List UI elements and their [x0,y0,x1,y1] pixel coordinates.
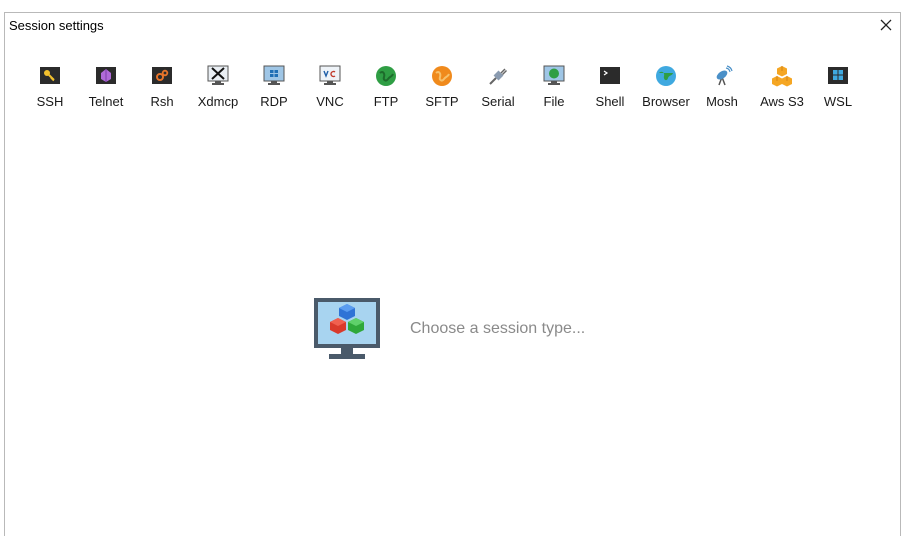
session-type-vnc-button[interactable]: VNC [302,63,358,113]
session-type-label: Rsh [150,94,174,109]
ssh-icon [40,67,60,84]
sftp-icon [432,66,452,86]
session-type-label: WSL [823,94,853,109]
wsl-icon [828,67,848,84]
file-icon [543,65,565,85]
session-type-browser-button[interactable]: Browser [638,63,694,113]
session-type-label: SFTP [425,94,459,109]
session-type-telnet-button[interactable]: Telnet [78,63,134,113]
session-settings-window: Session settings SSH Telnet Rsh Xdmcp RD… [4,12,901,536]
session-type-ftp-button[interactable]: FTP [358,63,414,113]
session-type-label: Mosh [706,94,738,109]
session-type-mosh-button[interactable]: Mosh [694,63,750,113]
aws-s3-icon [772,66,792,87]
session-type-label: Telnet [88,94,124,109]
empty-state: Choose a session type... [313,297,713,367]
vnc-icon [319,65,341,85]
telnet-icon [96,67,116,84]
session-type-label: Shell [595,94,625,109]
session-type-aws-s3-button[interactable]: Aws S3 [754,63,810,113]
session-type-wsl-button[interactable]: WSL [810,63,866,113]
serial-icon [489,68,508,85]
xdmcp-icon [207,65,229,85]
session-type-rdp-button[interactable]: RDP [246,63,302,113]
choose-session-prompt: Choose a session type... [410,320,586,337]
session-type-label: FTP [373,94,399,109]
session-type-sftp-button[interactable]: SFTP [414,63,470,113]
session-type-xdmcp-button[interactable]: Xdmcp [190,63,246,113]
session-type-file-button[interactable]: File [526,63,582,113]
session-type-label: SSH [36,94,64,109]
session-type-label: VNC [316,94,344,109]
session-type-serial-button[interactable]: Serial [470,63,526,113]
ftp-icon [376,66,396,86]
session-type-label: File [543,94,565,109]
session-type-label: Aws S3 [760,94,804,109]
rsh-icon [152,67,172,84]
mosh-icon [716,65,733,86]
session-type-label: Serial [481,94,515,109]
session-cubes-monitor-icon [314,298,380,359]
session-type-label: Browser [642,94,690,109]
window-title: Session settings [9,18,104,33]
session-type-rsh-button[interactable]: Rsh [134,63,190,113]
session-type-toolbar: SSH Telnet Rsh Xdmcp RDP VNC FTP SFTP Se… [5,63,900,113]
shell-icon [600,67,620,84]
title-bar: Session settings [5,13,900,39]
close-icon[interactable] [878,17,894,33]
session-type-ssh-button[interactable]: SSH [22,63,78,113]
browser-icon [656,66,676,86]
session-type-label: RDP [260,94,288,109]
session-type-shell-button[interactable]: Shell [582,63,638,113]
session-type-label: Xdmcp [197,94,239,109]
rdp-icon [263,65,285,85]
